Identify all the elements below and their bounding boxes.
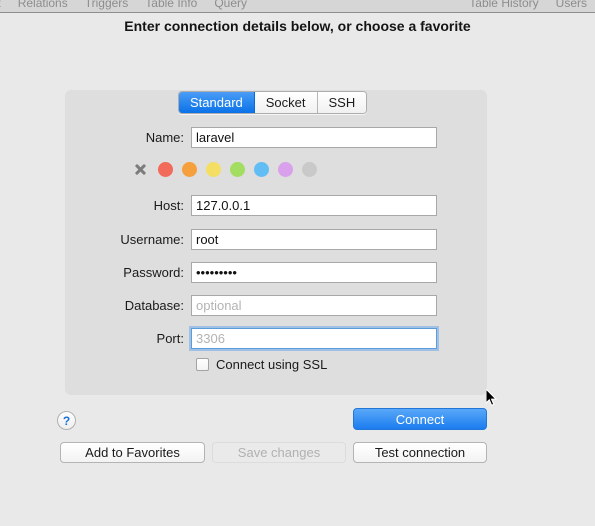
color-swatch-gray[interactable] [302,161,317,177]
toolbar-item-relations[interactable]: Relations [18,0,68,10]
color-swatch-purple[interactable] [278,161,293,177]
row-host: Host: [65,194,437,216]
password-label: Password: [123,264,184,280]
host-input[interactable] [191,194,437,216]
toolbar-left-group: ent Relations Triggers Table Info Query [0,0,247,10]
port-input[interactable] [191,327,437,349]
toolbar-right-group: Table History Users [469,0,587,10]
help-button[interactable]: ? [57,411,76,430]
toolbar-item-users[interactable]: Users [556,0,587,10]
color-swatch-blue[interactable] [254,161,269,177]
connect-button[interactable]: Connect [353,408,487,430]
top-toolbar: ent Relations Triggers Table Info Query … [0,0,595,13]
connect-using-ssl-label: Connect using SSL [216,357,328,372]
add-to-favorites-button[interactable]: Add to Favorites [60,442,205,463]
color-swatch-red[interactable] [158,161,173,177]
row-username: Username: [65,228,437,250]
tab-socket[interactable]: Socket [254,92,318,113]
test-connection-button[interactable]: Test connection [353,442,487,463]
database-label: Database: [124,297,184,313]
save-changes-button: Save changes [212,442,346,463]
mouse-cursor-icon [486,389,498,406]
favorite-color-swatches [133,160,317,178]
toolbar-item-triggers[interactable]: Triggers [85,0,129,10]
page-title: Enter connection details below, or choos… [124,18,471,34]
toolbar-item-query[interactable]: Query [214,0,247,10]
database-input[interactable] [191,294,437,316]
row-port: Port: [65,327,437,349]
port-label: Port: [156,330,184,346]
color-swatch-yellow[interactable] [206,161,221,177]
host-label: Host: [153,197,184,213]
connect-using-ssl-checkbox[interactable] [196,358,209,371]
toolbar-item-table-info[interactable]: Table Info [145,0,197,10]
password-input[interactable] [191,261,437,283]
row-password: Password: [65,261,437,283]
tab-standard[interactable]: Standard [179,92,255,113]
clear-color-icon[interactable] [133,162,148,177]
name-input[interactable] [191,126,437,148]
name-label: Name: [145,129,184,145]
row-name: Name: [65,126,437,148]
username-input[interactable] [191,228,437,250]
toolbar-item-content[interactable]: ent [0,0,1,10]
row-database: Database: [65,294,437,316]
connection-type-tabs: Standard Socket SSH [178,91,368,114]
tab-ssh[interactable]: SSH [317,92,367,113]
color-swatch-green[interactable] [230,161,245,177]
toolbar-item-table-history[interactable]: Table History [469,0,538,10]
ssl-checkbox-row[interactable]: Connect using SSL [196,357,327,372]
username-label: Username: [120,231,184,247]
color-swatch-orange[interactable] [182,161,197,177]
